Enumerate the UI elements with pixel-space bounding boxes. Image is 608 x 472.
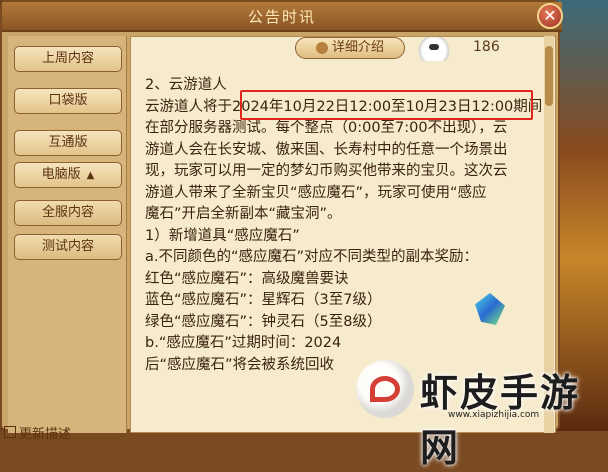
window-title: 公告时讯: [247, 8, 316, 26]
view-count: 186: [473, 39, 500, 55]
gear-icon: [315, 41, 328, 54]
sidebar-item-label: 上周内容: [41, 51, 94, 66]
text-line: 魔石”开启全新副本“藏宝洞”。: [145, 206, 342, 222]
content-topbar: 详细介绍 186: [295, 37, 535, 61]
sidebar-item-pocket[interactable]: 口袋版: [14, 88, 122, 114]
text-line: 游道人带来了全新宝贝“感应魔石”，玩家可使用“感应: [145, 184, 487, 201]
text-line: a.不同颜色的“感应魔石”对应不同类型的副本奖励：: [145, 249, 479, 265]
sidebar-item-label: 测试内容: [41, 239, 94, 254]
text-line: 游道人会在长安城、傲来国、长寿村中的任意一个场景出: [145, 141, 508, 158]
sidebar: 上周内容 口袋版 互通版 电脑版 ▲ 全服内容 测试内容: [8, 36, 127, 433]
sidebar-item-pc[interactable]: 电脑版 ▲: [14, 162, 122, 188]
scrollbar-thumb[interactable]: [545, 46, 553, 106]
mascot-icon: [419, 37, 449, 61]
sidebar-item-test[interactable]: 测试内容: [14, 234, 122, 260]
close-button[interactable]: ✕: [537, 3, 563, 29]
sidebar-item-label: 口袋版: [48, 93, 88, 108]
site-watermark: 虾皮手游网 www.xiapizhijia.com: [352, 356, 608, 470]
detail-button[interactable]: 详细介绍: [295, 37, 405, 59]
update-description-toggle[interactable]: 更新描述: [4, 423, 71, 442]
close-icon: ✕: [543, 6, 557, 25]
watermark-logo-icon: [356, 360, 414, 418]
window-titlebar: 公告时讯: [2, 2, 562, 32]
text-line: 在部分服务器测试。每个整点（0:00至7:00不出现），云: [145, 120, 508, 136]
collapse-arrow-icon: ▲: [86, 170, 95, 181]
sidebar-item-label: 全服内容: [41, 205, 94, 220]
date-highlight-box: [240, 90, 533, 120]
watermark-url: www.xiapizhijia.com: [448, 410, 540, 420]
text-line: 现，玩家可以用一定的梦幻币购买他带来的宝贝。这次云: [145, 163, 508, 179]
sidebar-item-label: 互通版: [48, 135, 88, 150]
sidebar-item-label: 电脑版: [41, 167, 81, 182]
detail-button-label: 详细介绍: [331, 40, 384, 55]
checkbox-icon: [4, 426, 16, 438]
sidebar-item-all-servers[interactable]: 全服内容: [14, 200, 122, 226]
announcement-text: 2、云游道人 云游道人将于2024年10月22日12:00至10月23日12:0…: [145, 75, 549, 376]
update-description-label: 更新描述: [19, 427, 72, 442]
text-line: 红色“感应魔石”：高级魔兽要诀: [145, 270, 349, 287]
text-line: 1）新增道具“感应魔石”: [145, 227, 300, 244]
sidebar-item-last-week[interactable]: 上周内容: [14, 46, 122, 72]
sidebar-item-crossplay[interactable]: 互通版: [14, 130, 122, 156]
text-line: b.“感应魔石”过期时间：2024: [145, 335, 342, 351]
